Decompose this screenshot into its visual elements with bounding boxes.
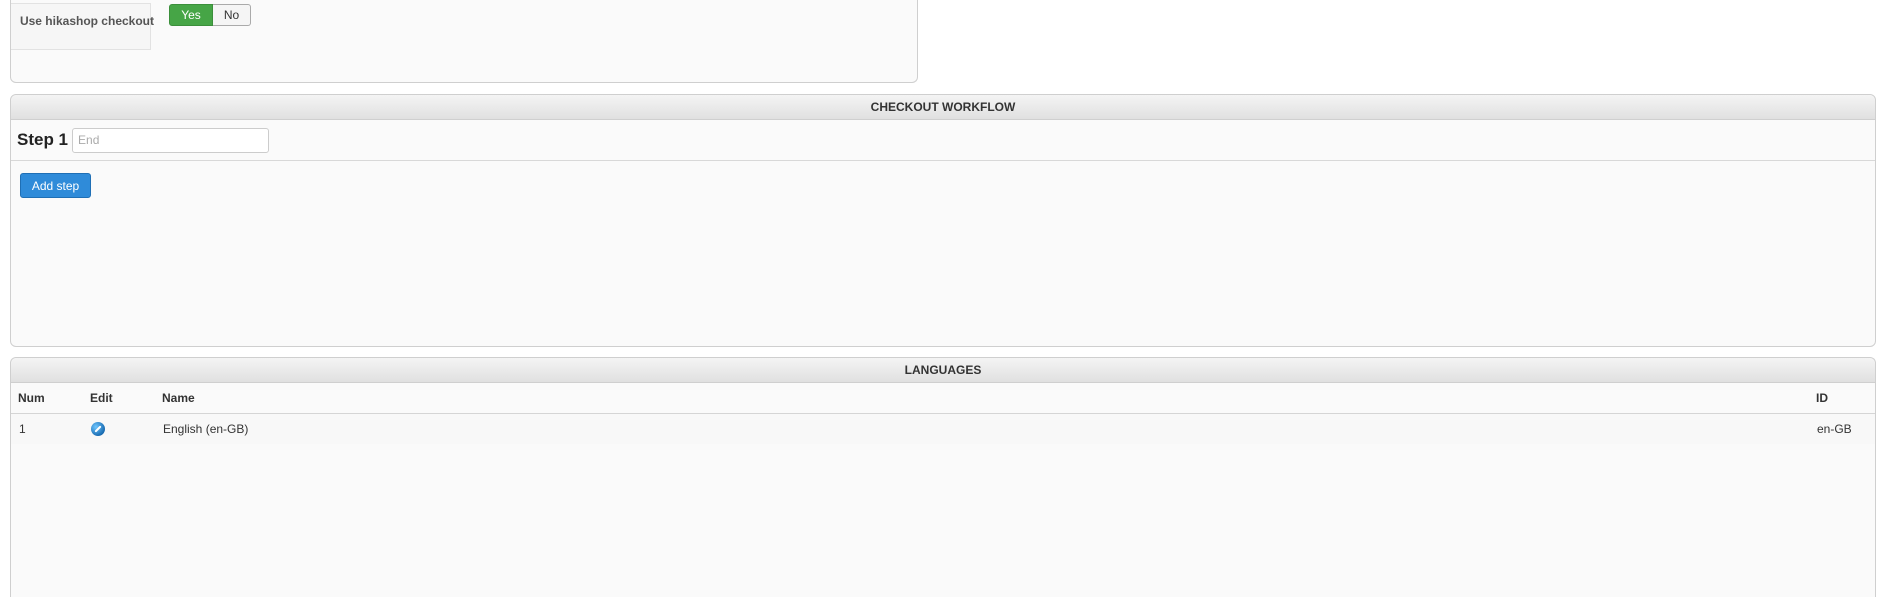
checkout-workflow-panel: CHECKOUT WORKFLOW Step 1 Add step xyxy=(10,94,1876,347)
step-label: Step 1 xyxy=(17,130,69,149)
step-input[interactable] xyxy=(72,127,270,153)
table-header-row: Num Edit Name ID xyxy=(11,383,1875,414)
use-checkout-toggle: Yes No xyxy=(169,4,251,26)
languages-panel: LANGUAGES Num Edit Name ID 1 English (en… xyxy=(10,357,1876,597)
column-header-edit: Edit xyxy=(83,383,155,414)
column-header-num[interactable]: Num xyxy=(11,383,83,414)
languages-title: LANGUAGES xyxy=(11,358,1875,383)
options-panel: Use hikashop checkout Yes No xyxy=(10,0,918,83)
row-name: English (en-GB) xyxy=(155,413,1809,444)
step-row: Step 1 xyxy=(11,120,1875,161)
row-id: en-GB xyxy=(1809,413,1875,444)
row-num: 1 xyxy=(11,413,83,444)
column-header-name[interactable]: Name xyxy=(155,383,1809,414)
no-button[interactable]: No xyxy=(213,4,251,26)
yes-button[interactable]: Yes xyxy=(169,4,213,26)
row-edit-cell xyxy=(83,413,155,444)
edit-icon[interactable] xyxy=(91,422,105,437)
column-header-id[interactable]: ID xyxy=(1809,383,1875,414)
add-step-button[interactable]: Add step xyxy=(20,173,91,198)
checkout-workflow-title: CHECKOUT WORKFLOW xyxy=(11,95,1875,120)
use-checkout-label: Use hikashop checkout xyxy=(19,14,154,28)
table-row: 1 English (en-GB) en-GB xyxy=(11,413,1875,444)
languages-table: Num Edit Name ID 1 English (en-GB) en-GB xyxy=(11,383,1875,444)
option-label-cell: Use hikashop checkout xyxy=(11,3,154,50)
